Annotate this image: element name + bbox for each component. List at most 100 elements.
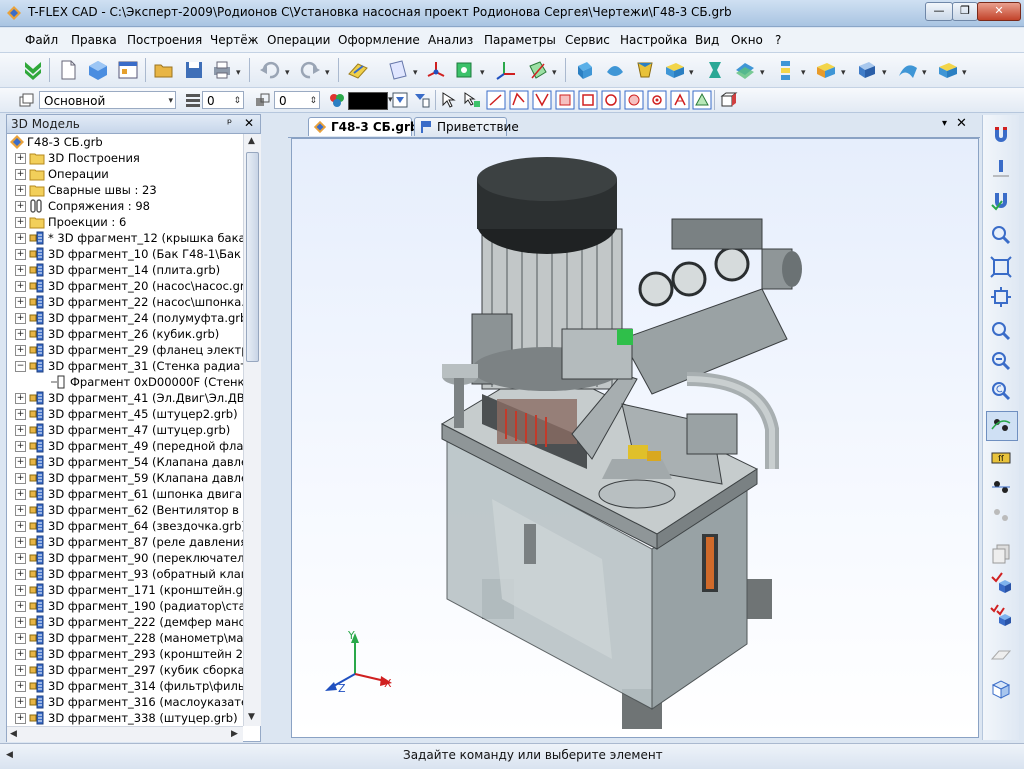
- close-button[interactable]: ✕: [977, 2, 1021, 21]
- expand-icon[interactable]: +: [15, 617, 26, 628]
- rotate-operation-icon[interactable]: [603, 58, 627, 82]
- array-icon[interactable]: [773, 58, 797, 82]
- menu-help[interactable]: ?: [775, 33, 781, 47]
- expand-icon[interactable]: +: [15, 233, 26, 244]
- model-tree[interactable]: Г48-3 СБ.grb +3D Построения + Операции + Сва…: [7, 134, 243, 726]
- expand-icon[interactable]: +: [15, 521, 26, 532]
- lcs-axes-icon[interactable]: [494, 58, 518, 82]
- new-3d-model-icon[interactable]: [86, 58, 110, 82]
- extrude-icon[interactable]: [573, 58, 597, 82]
- expand-icon[interactable]: +: [15, 281, 26, 292]
- save-icon[interactable]: [182, 58, 206, 82]
- select-node-icon[interactable]: [486, 90, 506, 110]
- expand-icon[interactable]: +: [15, 713, 26, 724]
- tree-horizontal-scrollbar[interactable]: ◀ ▶: [7, 726, 243, 742]
- filter-icon[interactable]: [391, 91, 409, 109]
- expand-icon[interactable]: +: [15, 153, 26, 164]
- section-plane-icon[interactable]: [989, 643, 1013, 667]
- fit-all-icon[interactable]: [989, 255, 1013, 279]
- redo-icon[interactable]: [298, 58, 322, 82]
- tab-list-icon[interactable]: ▾: [942, 118, 947, 129]
- layer-select[interactable]: Основной ▾: [39, 91, 176, 109]
- pan-icon[interactable]: [989, 285, 1013, 309]
- scroll-down-icon[interactable]: ▼: [248, 712, 255, 722]
- loft-icon[interactable]: [633, 58, 657, 82]
- shell-icon[interactable]: [936, 58, 960, 82]
- expand-icon[interactable]: +: [15, 409, 26, 420]
- tab-close-button[interactable]: ✕: [956, 116, 967, 131]
- 3d-node-icon[interactable]: [424, 58, 448, 82]
- open-file-icon[interactable]: [152, 58, 176, 82]
- color-swatch[interactable]: [348, 92, 388, 110]
- select-face-icon[interactable]: [555, 90, 575, 110]
- menu-construct[interactable]: Построения: [127, 33, 202, 47]
- pin-icon[interactable]: ᵖ: [227, 116, 232, 130]
- expand-icon[interactable]: +: [15, 313, 26, 324]
- expand-icon[interactable]: +: [15, 601, 26, 612]
- spiral-icon[interactable]: [703, 58, 727, 82]
- expand-icon[interactable]: +: [15, 441, 26, 452]
- select-thread-icon[interactable]: [670, 90, 690, 110]
- 3d-viewport[interactable]: Y X Z: [291, 138, 979, 738]
- walk-icon[interactable]: ſſ: [989, 445, 1013, 469]
- menu-service[interactable]: Сервис: [565, 33, 610, 47]
- expand-icon[interactable]: +: [15, 489, 26, 500]
- fly-icon[interactable]: [989, 475, 1013, 499]
- check-cube-icon[interactable]: [989, 571, 1013, 595]
- tree-vertical-scrollbar[interactable]: ▲ ▼: [243, 134, 261, 726]
- zoom-dynamic-icon[interactable]: [989, 349, 1013, 373]
- zoom-in-icon[interactable]: [989, 319, 1013, 343]
- print-icon[interactable]: [210, 58, 234, 82]
- expand-icon[interactable]: +: [15, 585, 26, 596]
- surface-icon[interactable]: [896, 58, 920, 82]
- expand-icon[interactable]: +: [15, 329, 26, 340]
- magnet-check-icon[interactable]: [989, 189, 1013, 213]
- profile-icon[interactable]: [452, 58, 476, 82]
- undo-icon[interactable]: [258, 58, 282, 82]
- select-body-icon[interactable]: [578, 90, 598, 110]
- new-file-icon[interactable]: [56, 58, 80, 82]
- select-all-icon[interactable]: [692, 90, 712, 110]
- expand-icon[interactable]: +: [15, 457, 26, 468]
- expand-icon[interactable]: +: [15, 553, 26, 564]
- priority-spinner[interactable]: 0 ⇕: [274, 91, 320, 109]
- expand-icon[interactable]: +: [15, 393, 26, 404]
- menu-parameters[interactable]: Параметры: [484, 33, 556, 47]
- menu-settings[interactable]: Настройка: [620, 33, 687, 47]
- collapse-icon[interactable]: −: [15, 361, 26, 372]
- menu-window[interactable]: Окно: [731, 33, 763, 47]
- expand-icon[interactable]: +: [15, 633, 26, 644]
- expand-icon[interactable]: +: [15, 649, 26, 660]
- scroll-thumb[interactable]: [246, 152, 259, 362]
- expand-icon[interactable]: +: [15, 473, 26, 484]
- expand-icon[interactable]: +: [15, 217, 26, 228]
- zoom-previous-icon[interactable]: [989, 379, 1013, 403]
- expand-icon[interactable]: +: [15, 345, 26, 356]
- scroll-left-icon[interactable]: ◀: [10, 729, 17, 739]
- menu-edit[interactable]: Правка: [71, 33, 117, 47]
- expand-icon[interactable]: +: [15, 201, 26, 212]
- accept-chevron-icon[interactable]: [21, 58, 45, 82]
- tab-model[interactable]: Г48-3 СБ.grb: [308, 117, 418, 136]
- menu-design[interactable]: Оформление: [338, 33, 420, 47]
- maximize-button[interactable]: ❐: [952, 2, 978, 21]
- workplane-icon[interactable]: [346, 58, 370, 82]
- sweep-icon[interactable]: [663, 58, 687, 82]
- magnet-snap-icon[interactable]: [989, 123, 1013, 147]
- menu-analysis[interactable]: Анализ: [428, 33, 473, 47]
- scroll-up-icon[interactable]: ▲: [248, 136, 255, 146]
- panel-close-button[interactable]: ✕: [244, 116, 254, 130]
- expand-icon[interactable]: +: [15, 265, 26, 276]
- view-cube-icon[interactable]: [989, 677, 1013, 701]
- menu-view[interactable]: Вид: [695, 33, 719, 47]
- select-loop-icon[interactable]: [532, 90, 552, 110]
- expand-icon[interactable]: +: [15, 249, 26, 260]
- plane-by-points-icon[interactable]: [526, 58, 550, 82]
- select-cursor-icon[interactable]: [440, 91, 458, 109]
- copy-view-icon[interactable]: [989, 541, 1013, 565]
- select-filter-icon[interactable]: [463, 91, 481, 109]
- chamfer-icon[interactable]: [855, 58, 879, 82]
- scroll-right-icon[interactable]: ▶: [231, 729, 238, 739]
- scroll-left-icon[interactable]: ◀: [6, 750, 13, 760]
- level-spinner[interactable]: 0 ⇕: [202, 91, 244, 109]
